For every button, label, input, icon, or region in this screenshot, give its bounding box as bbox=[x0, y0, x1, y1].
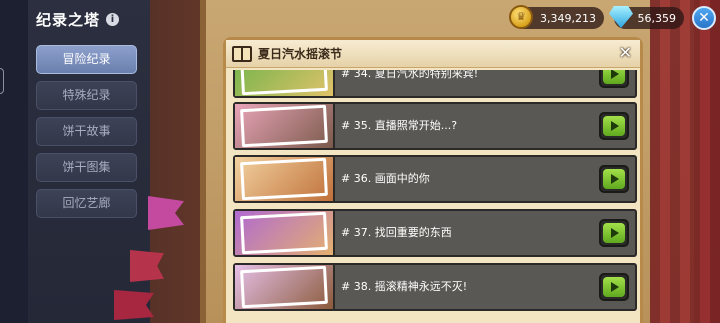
thumbnail-frame bbox=[240, 265, 328, 309]
episode-thumbnail bbox=[235, 211, 335, 255]
play-icon bbox=[603, 277, 625, 297]
play-button[interactable] bbox=[599, 273, 629, 301]
episode-row[interactable]: # 37. 找回重要的东西 bbox=[233, 209, 637, 257]
episode-row[interactable]: # 35. 直播照常开始...? bbox=[233, 102, 637, 150]
episode-title: # 37. 找回重要的东西 bbox=[341, 226, 452, 239]
thumbnail-frame bbox=[240, 70, 328, 96]
play-icon bbox=[603, 116, 625, 136]
page-title: 纪录之塔 bbox=[36, 11, 101, 29]
thumbnail-frame bbox=[240, 104, 328, 148]
episode-panel: 夏日汽水摇滚节 ✕ # 34. 夏日汽水的特别来宾! # 35. 直播照常开始.… bbox=[223, 37, 643, 323]
episode-list[interactable]: # 34. 夏日汽水的特别来宾! # 35. 直播照常开始...? # 36. … bbox=[233, 70, 637, 323]
episode-title: # 34. 夏日汽水的特别来宾! bbox=[341, 70, 479, 80]
episode-title: # 36. 画面中的你 bbox=[341, 172, 430, 185]
play-icon bbox=[603, 169, 625, 189]
play-icon bbox=[603, 70, 625, 84]
thumbnail-frame bbox=[240, 211, 328, 255]
thumbnail-frame bbox=[240, 157, 328, 201]
episode-row[interactable]: # 36. 画面中的你 bbox=[233, 155, 637, 203]
left-edge-bar bbox=[0, 0, 28, 323]
sidebar: 纪录之塔 i 冒险纪录 特殊纪录 饼干故事 饼干图集 回忆艺廊 bbox=[0, 0, 150, 323]
title-row: 纪录之塔 i bbox=[36, 9, 120, 30]
nav-cookie-gallery[interactable]: 饼干图集 bbox=[36, 153, 137, 182]
episode-row[interactable]: # 34. 夏日汽水的特别来宾! bbox=[233, 70, 637, 98]
nav-memory-gallery[interactable]: 回忆艺廊 bbox=[36, 189, 137, 218]
info-icon[interactable]: i bbox=[106, 13, 120, 26]
episode-thumbnail bbox=[235, 70, 335, 96]
nav-special-records[interactable]: 特殊纪录 bbox=[36, 81, 137, 110]
episode-title: # 38. 摇滚精神永远不灭! bbox=[341, 280, 468, 293]
episode-thumbnail bbox=[235, 157, 335, 201]
play-button[interactable] bbox=[599, 112, 629, 140]
edge-handle-icon bbox=[0, 68, 4, 94]
play-button[interactable] bbox=[599, 165, 629, 193]
episode-row[interactable]: # 38. 摇滚精神永远不灭! bbox=[233, 263, 637, 311]
close-button[interactable]: ✕ bbox=[692, 6, 716, 30]
book-icon bbox=[232, 45, 252, 62]
episode-title: # 35. 直播照常开始...? bbox=[341, 119, 458, 132]
gem-amount: 56,359 bbox=[637, 11, 677, 25]
coin-icon: ♛ bbox=[509, 5, 533, 29]
play-button[interactable] bbox=[599, 219, 629, 247]
nav-adventure-records[interactable]: 冒险纪录 bbox=[36, 45, 137, 74]
nav-cookie-stories[interactable]: 饼干故事 bbox=[36, 117, 137, 146]
coin-amount: 3,349,213 bbox=[540, 11, 596, 25]
panel-close-button[interactable]: ✕ bbox=[619, 43, 632, 62]
panel-title: 夏日汽水摇滚节 bbox=[258, 47, 343, 61]
curtain-decoration bbox=[650, 0, 720, 323]
panel-header: 夏日汽水摇滚节 ✕ bbox=[226, 40, 640, 68]
episode-thumbnail bbox=[235, 104, 335, 148]
play-icon bbox=[603, 223, 625, 243]
episode-thumbnail bbox=[235, 265, 335, 309]
play-button[interactable] bbox=[599, 70, 629, 88]
